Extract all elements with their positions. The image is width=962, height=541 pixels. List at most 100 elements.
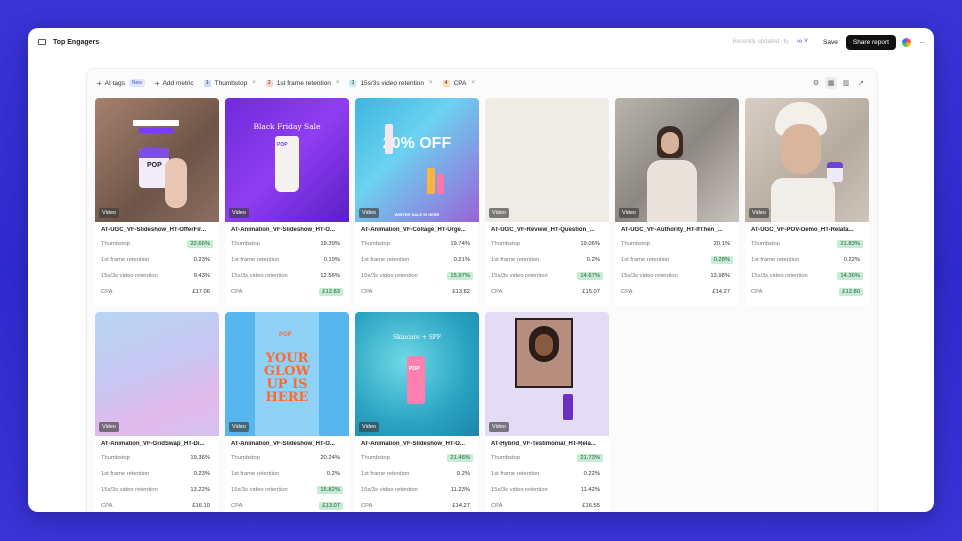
metric-row: 1st frame retention 0.22% — [751, 254, 863, 266]
grid-view-icon[interactable]: ▦ — [825, 77, 837, 89]
metric-value: £16.10 — [192, 503, 210, 509]
creative-thumbnail[interactable]: Video — [485, 312, 609, 436]
creative-thumbnail[interactable]: Video — [485, 98, 609, 222]
creative-thumbnail[interactable]: POP YOUR GLOW UP IS HERE Video — [225, 312, 349, 436]
metric-chip-video-retention[interactable]: 3 15s/3s video retention × — [349, 79, 433, 87]
creative-name[interactable]: AT-UGC_VF-Review_HT-Question_... — [491, 227, 605, 233]
creative-name[interactable]: AT-UGC_VF-POV-Demo_HT-Relata... — [751, 227, 865, 233]
metric-row-label: 1st frame retention — [361, 471, 410, 477]
creative-thumbnail[interactable]: POP Video — [95, 98, 219, 222]
creative-name[interactable]: AT-Animation_VF-Collage_HT-Urge... — [361, 227, 475, 233]
metric-row: 1st frame retention 0.22% — [491, 468, 603, 480]
creative-card[interactable]: Video AT-UGC_VF-Review_HT-Question_... T… — [485, 98, 609, 306]
metric-row-label: 15s/3s video retention — [101, 487, 158, 493]
creative-card[interactable]: POP YOUR GLOW UP IS HERE Video AT-Animat… — [225, 312, 349, 512]
metric-value: 19.39% — [320, 241, 340, 247]
remove-metric-icon[interactable]: × — [429, 80, 433, 86]
metric-row-label: CPA — [231, 503, 243, 509]
metric-row: CPA £14.27 — [361, 500, 473, 512]
creative-card[interactable]: 20% OFF WINTER SALE IS HERE Video AT-Ani… — [355, 98, 479, 306]
remove-metric-icon[interactable]: × — [252, 80, 256, 86]
metric-row-label: 1st frame retention — [231, 471, 280, 477]
metric-row-label: 1st frame retention — [101, 471, 150, 477]
metric-row: 15s/3s video retention 15.97% — [361, 270, 473, 282]
app-window: Top Engagers Recently updated ↻ ∞ ˅ Save… — [28, 28, 934, 512]
video-badge: Video — [489, 422, 509, 432]
save-button[interactable]: Save — [823, 39, 838, 46]
metric-row: Thumbstop 19.06% — [491, 238, 603, 250]
metric-chip-first-frame[interactable]: 2 1st frame retention × — [265, 79, 340, 87]
metric-value: 15.97% — [447, 272, 473, 280]
metric-row-label: Thumbstop — [621, 241, 650, 247]
creative-name[interactable]: AT-Animation_VF-Slideshow_HT-O... — [231, 441, 345, 447]
creative-name[interactable]: AT-UGC_VF-Slideshow_HT-OfferFir... — [101, 227, 215, 233]
metric-row: 15s/3s video retention 13.98% — [621, 270, 733, 282]
creative-card[interactable]: Black Friday Sale POP Video AT-Animation… — [225, 98, 349, 306]
bar-chart-view-icon[interactable]: ▥ — [840, 77, 852, 89]
metric-row-label: 15s/3s video retention — [491, 273, 548, 279]
creative-name[interactable]: AT-Animation_VF-Slideshow_HT-O... — [231, 227, 345, 233]
metric-row-label: CPA — [231, 289, 243, 295]
metric-value: 14.36% — [837, 272, 863, 280]
metric-row-label: CPA — [751, 289, 763, 295]
metric-row-label: Thumbstop — [491, 241, 520, 247]
metric-row-label: 1st frame retention — [231, 257, 280, 263]
metric-row-label: CPA — [361, 503, 373, 509]
creative-name[interactable]: AT-Animation_VF-Slideshow_HT-O... — [361, 441, 475, 447]
creative-card[interactable]: POP Video AT-UGC_VF-Slideshow_HT-OfferFi… — [95, 98, 219, 306]
video-badge: Video — [489, 208, 509, 218]
link-share-icon[interactable]: ∞ ˅ — [797, 38, 813, 47]
metric-row: 15s/3s video retention 9.43% — [101, 270, 213, 282]
creative-thumbnail[interactable]: Skincare + SPF POP Video — [355, 312, 479, 436]
refresh-icon[interactable]: ↻ — [783, 38, 789, 46]
share-report-button[interactable]: Share report — [845, 34, 896, 50]
video-badge: Video — [99, 422, 119, 432]
metric-row: 15s/3s video retention 15.82% — [231, 484, 343, 496]
creative-card[interactable]: Skincare + SPF POP Video AT-Animation_VF… — [355, 312, 479, 512]
metric-value: 11.23% — [450, 487, 470, 493]
metric-row-label: 15s/3s video retention — [231, 487, 288, 493]
creative-thumbnail[interactable]: Video — [745, 98, 869, 222]
metric-row: 1st frame retention 0.23% — [101, 254, 213, 266]
remove-metric-icon[interactable]: × — [336, 80, 340, 86]
metric-value: 20.1% — [713, 241, 730, 247]
more-options-icon[interactable]: ··· — [919, 38, 925, 47]
metric-value: 0.23% — [193, 471, 210, 477]
metric-chip-thumbstop[interactable]: 1 Thumbstop × — [203, 79, 256, 87]
remove-metric-icon[interactable]: × — [471, 80, 475, 86]
creative-name[interactable]: AT-Hybrid_VF-Testimonial_HT-Rela... — [491, 441, 605, 447]
metric-row: 1st frame retention 0.21% — [361, 254, 473, 266]
metric-value: 21.83% — [837, 240, 863, 248]
add-metric-button[interactable]: + Add metric — [155, 79, 194, 88]
metric-row-label: 1st frame retention — [101, 257, 150, 263]
metric-value: 13.98% — [710, 273, 730, 279]
line-chart-view-icon[interactable]: ↗ — [855, 77, 867, 89]
creative-card[interactable]: Video AT-UGC_VF-Authority_HT-IfThen_... … — [615, 98, 739, 306]
app-logo-icon — [902, 37, 911, 47]
metric-row: CPA £15.07 — [491, 286, 603, 298]
metric-value: 0.19% — [323, 257, 340, 263]
metric-value: £15.07 — [582, 289, 600, 295]
metric-row: 15s/3s video retention 11.23% — [361, 484, 473, 496]
settings-icon[interactable]: ⚙ — [810, 77, 822, 89]
creative-thumbnail[interactable]: Black Friday Sale POP Video — [225, 98, 349, 222]
creative-thumbnail[interactable]: 20% OFF WINTER SALE IS HERE Video — [355, 98, 479, 222]
creative-card[interactable]: Video AT-Hybrid_VF-Testimonial_HT-Rela..… — [485, 312, 609, 512]
ai-tags-button[interactable]: + AI tags New — [97, 79, 145, 88]
metric-row-label: 1st frame retention — [491, 257, 540, 263]
metric-value: 15.82% — [317, 486, 343, 494]
metric-row-label: 15s/3s video retention — [361, 487, 418, 493]
creative-card[interactable]: Video AT-Animation_VF-GridSwap_HT-Di... … — [95, 312, 219, 512]
creative-name[interactable]: AT-UGC_VF-Authority_HT-IfThen_... — [621, 227, 735, 233]
metric-row-label: CPA — [101, 503, 113, 509]
metric-value: 12.56% — [320, 273, 340, 279]
metric-row-label: CPA — [101, 289, 113, 295]
creative-thumbnail[interactable]: Video — [615, 98, 739, 222]
creative-card[interactable]: Video AT-UGC_VF-POV-Demo_HT-Relata... Th… — [745, 98, 869, 306]
ai-tags-label: AI tags — [104, 79, 125, 87]
metric-chip-cpa[interactable]: 4 CPA × — [442, 79, 475, 87]
creative-thumbnail[interactable]: Video — [95, 312, 219, 436]
metric-value: 19.74% — [450, 241, 470, 247]
creative-name[interactable]: AT-Animation_VF-GridSwap_HT-Di... — [101, 441, 215, 447]
metric-value: £14.27 — [452, 503, 470, 509]
